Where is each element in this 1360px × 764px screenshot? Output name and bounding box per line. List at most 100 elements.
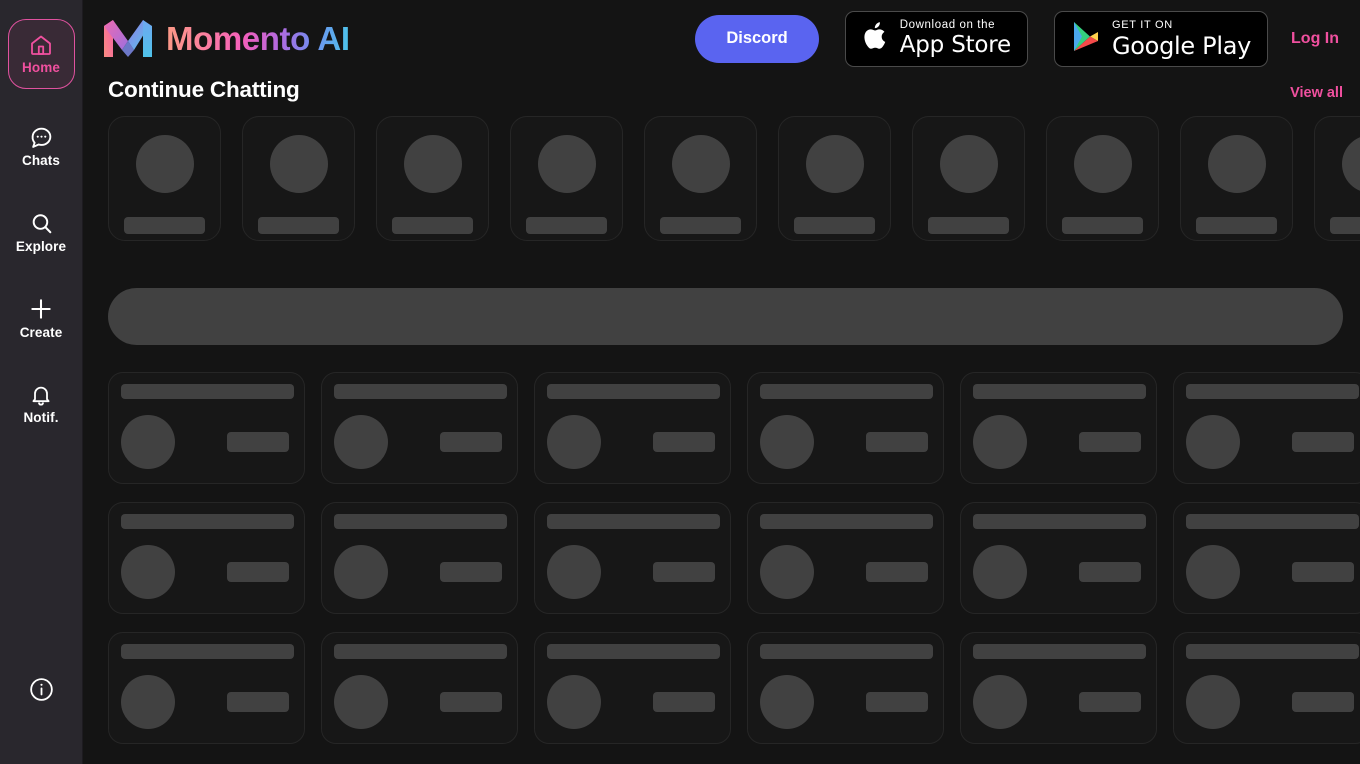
home-icon — [29, 33, 53, 57]
avatar-skeleton — [269, 135, 328, 193]
name-skeleton — [392, 217, 473, 234]
continue-chatting-header: Continue Chatting View all — [108, 77, 1360, 103]
continue-chatting-card[interactable] — [1314, 116, 1360, 241]
meta-skeleton — [1079, 692, 1141, 712]
continue-chatting-card[interactable] — [778, 116, 891, 241]
character-card[interactable] — [960, 372, 1157, 484]
title-skeleton — [1186, 384, 1359, 399]
avatar-skeleton — [1073, 135, 1132, 193]
character-card[interactable] — [1173, 632, 1360, 744]
character-card[interactable] — [960, 502, 1157, 614]
momento-m-logo-icon — [102, 17, 154, 61]
character-card[interactable] — [321, 372, 518, 484]
meta-skeleton — [866, 562, 928, 582]
character-card[interactable] — [108, 502, 305, 614]
bell-icon — [29, 383, 53, 407]
continue-chatting-card[interactable] — [1046, 116, 1159, 241]
title-skeleton — [973, 644, 1146, 659]
character-card[interactable] — [1173, 372, 1360, 484]
character-card[interactable] — [534, 632, 731, 744]
title-skeleton — [760, 384, 933, 399]
continue-chatting-card[interactable] — [108, 116, 221, 241]
avatar-skeleton — [973, 415, 1027, 469]
title-skeleton — [547, 514, 720, 529]
character-card[interactable] — [960, 632, 1157, 744]
google-play-badge[interactable]: GET IT ON Google Play — [1054, 10, 1269, 67]
sidebar-info-button[interactable] — [0, 676, 82, 708]
title-skeleton — [973, 384, 1146, 399]
character-card[interactable] — [534, 502, 731, 614]
sidebar-item-create[interactable]: Create — [8, 283, 75, 353]
view-all-link[interactable]: View all — [1290, 85, 1343, 101]
meta-skeleton — [866, 432, 928, 452]
page-title: Continue Chatting — [108, 77, 300, 102]
name-skeleton — [1062, 217, 1143, 234]
name-skeleton — [1196, 217, 1277, 234]
continue-chatting-carousel[interactable] — [108, 116, 1360, 241]
character-card[interactable] — [534, 372, 731, 484]
title-skeleton — [760, 644, 933, 659]
title-skeleton — [121, 644, 294, 659]
title-skeleton — [547, 384, 720, 399]
avatar-skeleton — [671, 135, 730, 193]
sidebar-item-explore[interactable]: Explore — [8, 197, 75, 267]
meta-skeleton — [866, 692, 928, 712]
meta-skeleton — [227, 562, 289, 582]
avatar-skeleton — [805, 135, 864, 193]
meta-skeleton — [653, 432, 715, 452]
continue-chatting-card[interactable] — [376, 116, 489, 241]
brand-logo[interactable]: Momento AI — [102, 17, 350, 61]
apple-logo-icon — [862, 20, 889, 57]
discord-button[interactable]: Discord — [695, 14, 819, 63]
main-area: Momento AI Discord Download on the App S… — [83, 0, 1360, 764]
avatar-skeleton — [1341, 135, 1360, 193]
sidebar-item-chats[interactable]: Chats — [8, 111, 75, 181]
meta-skeleton — [1079, 562, 1141, 582]
avatar-skeleton — [547, 415, 601, 469]
avatar-skeleton — [403, 135, 462, 193]
search-bar-skeleton[interactable] — [108, 288, 1343, 345]
continue-chatting-card[interactable] — [1180, 116, 1293, 241]
title-skeleton — [121, 514, 294, 529]
avatar-skeleton — [1186, 545, 1240, 599]
header-actions: Discord Download on the App Store GET IT… — [695, 10, 1343, 67]
continue-chatting-card[interactable] — [510, 116, 623, 241]
character-card[interactable] — [321, 502, 518, 614]
meta-skeleton — [1292, 692, 1354, 712]
avatar-skeleton — [760, 415, 814, 469]
avatar-skeleton — [135, 135, 194, 193]
title-skeleton — [334, 644, 507, 659]
title-skeleton — [1186, 644, 1359, 659]
avatar-skeleton — [121, 545, 175, 599]
character-card[interactable] — [747, 502, 944, 614]
character-card[interactable] — [1173, 502, 1360, 614]
name-skeleton — [794, 217, 875, 234]
continue-chatting-card[interactable] — [242, 116, 355, 241]
character-card[interactable] — [747, 632, 944, 744]
google-play-triangle-icon — [1071, 20, 1101, 58]
name-skeleton — [660, 217, 741, 234]
name-skeleton — [124, 217, 205, 234]
character-card[interactable] — [108, 632, 305, 744]
character-card[interactable] — [747, 372, 944, 484]
title-skeleton — [973, 514, 1146, 529]
continue-chatting-card[interactable] — [644, 116, 757, 241]
meta-skeleton — [653, 692, 715, 712]
avatar-skeleton — [334, 675, 388, 729]
avatar-skeleton — [973, 675, 1027, 729]
continue-chatting-card[interactable] — [912, 116, 1025, 241]
meta-skeleton — [227, 432, 289, 452]
character-card[interactable] — [108, 372, 305, 484]
app-root: Home Chats Explore Create Notif. Momento… — [0, 0, 1360, 764]
meta-skeleton — [440, 692, 502, 712]
sidebar-item-notifications[interactable]: Notif. — [8, 369, 75, 439]
app-store-bottom-label: App Store — [899, 32, 1011, 59]
sidebar-item-label: Explore — [15, 238, 67, 254]
app-store-badge[interactable]: Download on the App Store — [844, 10, 1028, 67]
sidebar-item-home[interactable]: Home — [7, 19, 75, 89]
avatar-skeleton — [760, 545, 814, 599]
character-card[interactable] — [321, 632, 518, 744]
avatar-skeleton — [537, 135, 596, 193]
plus-icon — [28, 296, 54, 322]
login-link[interactable]: Log In — [1291, 30, 1339, 48]
